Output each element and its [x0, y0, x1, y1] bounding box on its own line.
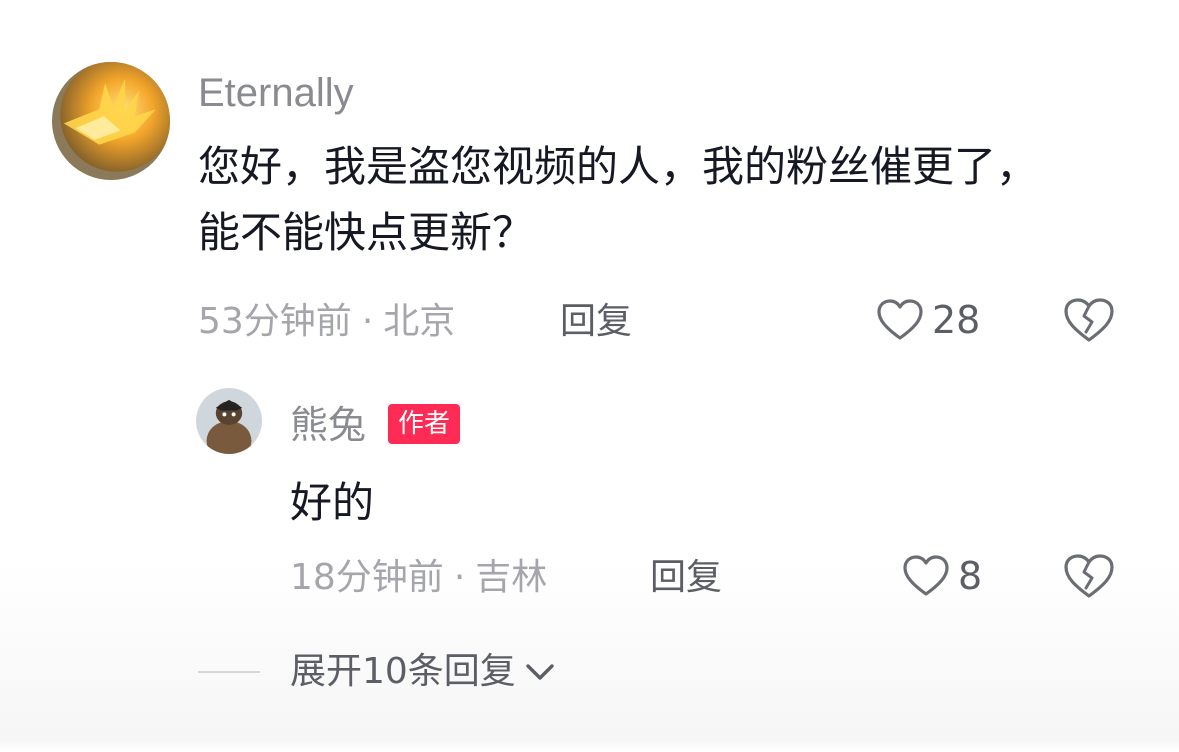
reply-button[interactable]: 回复 — [560, 300, 632, 344]
comment-thread: Eternally 您好，我是盗您视频的人，我的粉丝催更了， 能不能快点更新？ … — [0, 0, 1179, 752]
commenter-avatar[interactable] — [52, 62, 170, 180]
author-badge: 作者 — [388, 404, 461, 444]
chevron-down-icon — [522, 657, 558, 687]
like-button[interactable]: 28 — [876, 298, 980, 342]
comment-line-2: 能不能快点更新？ — [198, 208, 535, 257]
comment-line-1: 您好，我是盗您视频的人，我的粉丝催更了， — [198, 142, 1039, 191]
author-avatar[interactable] — [196, 388, 262, 454]
reply-dislike-button[interactable] — [1062, 552, 1116, 600]
heart-icon — [877, 299, 923, 340]
flame-hand-avatar-icon — [52, 62, 170, 180]
like-count: 28 — [932, 298, 981, 342]
reply-meta: 18分钟前 · 吉林 — [290, 556, 547, 600]
expand-divider — [198, 671, 260, 673]
heart-icon — [903, 555, 949, 596]
reply-body: 好的 — [290, 478, 375, 527]
comment-body: 您好，我是盗您视频的人，我的粉丝催更了， 能不能快点更新？ — [198, 134, 1038, 266]
expand-replies-label: 展开10条回复 — [290, 651, 516, 692]
reply-to-reply-button[interactable]: 回复 — [650, 556, 722, 600]
reply-location: 吉林 — [475, 557, 548, 598]
broken-heart-icon — [1064, 298, 1114, 342]
comment-location: 北京 — [383, 301, 456, 342]
reply-time: 18分钟前 — [290, 557, 444, 598]
broken-heart-icon — [1064, 554, 1114, 598]
dislike-button[interactable] — [1062, 296, 1116, 344]
character-avatar-icon — [196, 388, 262, 454]
meta-separator: · — [361, 301, 374, 342]
expand-replies-button[interactable]: 展开10条回复 — [198, 648, 558, 696]
reply-like-button[interactable]: 8 — [902, 554, 982, 598]
author-username[interactable]: 熊兔 — [290, 402, 366, 448]
meta-separator: · — [453, 557, 466, 598]
comment-time: 53分钟前 — [198, 301, 352, 342]
commenter-username[interactable]: Eternally — [198, 70, 354, 116]
comment-meta: 53分钟前 · 北京 — [198, 300, 455, 344]
reply-like-count: 8 — [958, 554, 983, 598]
